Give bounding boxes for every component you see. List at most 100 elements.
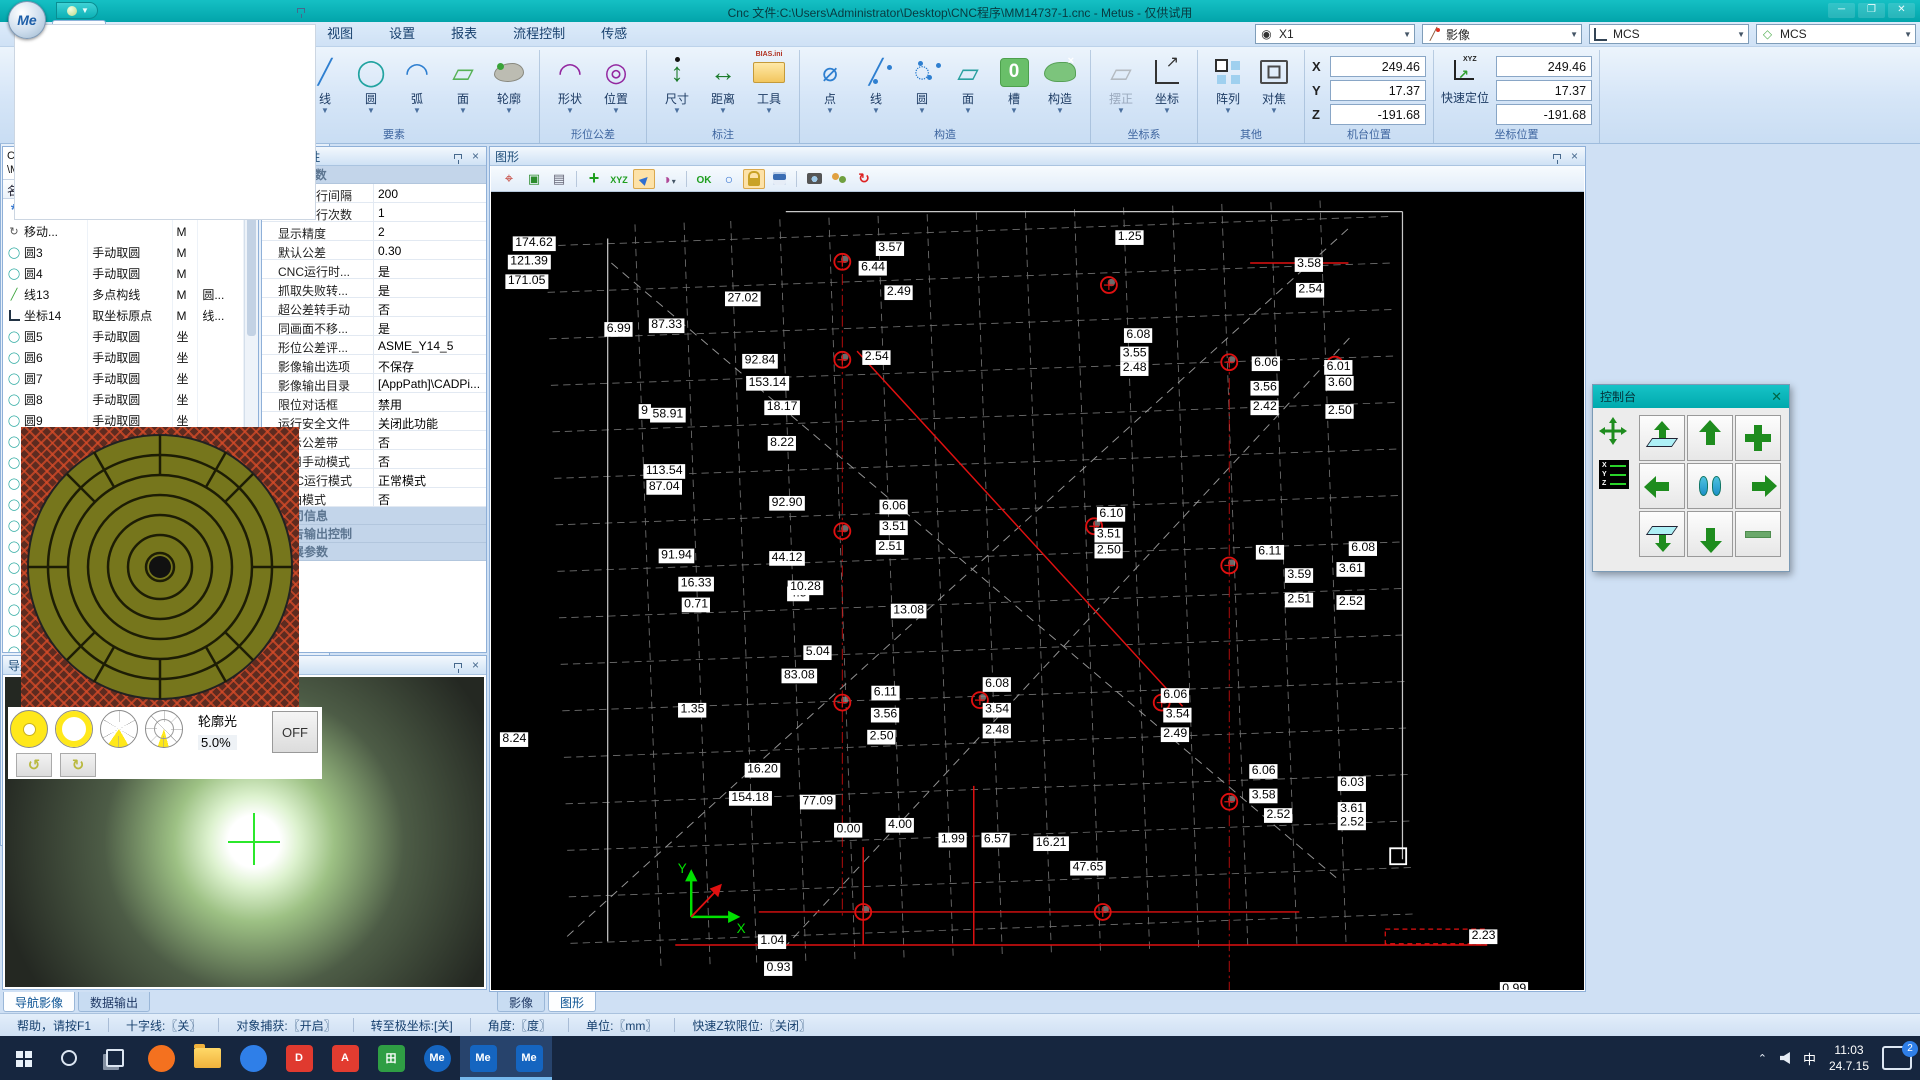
ring-full-light-button[interactable]: [10, 710, 48, 748]
property-value[interactable]: 2: [374, 222, 486, 240]
property-row[interactable]: CNC运行时...是: [262, 260, 486, 279]
circle-tool-icon[interactable]: [718, 169, 740, 189]
ribbon-button-construct-构造[interactable]: 构造▼: [1037, 53, 1083, 114]
property-value[interactable]: ASME_Y14_5: [374, 336, 486, 354]
ribbon-button-annotation-尺寸[interactable]: 尺寸▼: [654, 53, 700, 114]
metus-window-1[interactable]: Me: [460, 1036, 506, 1080]
property-row[interactable]: 限位对话框禁用: [262, 393, 486, 412]
refresh-icon[interactable]: [853, 169, 875, 189]
combo-coord-system[interactable]: MCS▼: [1589, 24, 1749, 44]
ribbon-button-other-阵列[interactable]: 阵列▼: [1205, 53, 1251, 114]
property-row[interactable]: 同画面不移...是: [262, 317, 486, 336]
property-row[interactable]: 默认公差0.30: [262, 241, 486, 260]
property-row[interactable]: 显示精度2: [262, 222, 486, 241]
property-value[interactable]: 1: [374, 203, 486, 221]
camera-icon[interactable]: [803, 169, 825, 189]
console-close-icon[interactable]: ✕: [1771, 389, 1782, 405]
console-titlebar[interactable]: 控制台 ✕: [1593, 385, 1789, 408]
xyz-readout-icon[interactable]: [608, 169, 630, 189]
menu-tab-report[interactable]: 报表: [437, 20, 491, 46]
stage-up-button[interactable]: [1639, 415, 1685, 461]
ribbon-button-annotation-工具[interactable]: 工具▼: [746, 53, 792, 114]
minimize-button[interactable]: ─: [1828, 3, 1855, 18]
combo-sensor-mode[interactable]: 影像▼: [1422, 24, 1582, 44]
combo-work-plane[interactable]: MCS▼: [1756, 24, 1916, 44]
save-view-icon[interactable]: [768, 169, 790, 189]
dock-tab-数据输出[interactable]: 数据输出: [78, 992, 150, 1012]
tree-row[interactable]: 线13多点构线M圆...: [3, 284, 244, 305]
move-all-icon[interactable]: [1599, 417, 1627, 445]
calibration-target-image[interactable]: [21, 427, 299, 707]
ribbon-button-elements-面[interactable]: 面▼: [440, 53, 486, 114]
ribbon-button-construct-圆[interactable]: 圆▼: [899, 53, 945, 114]
close-icon[interactable]: ×: [470, 659, 481, 671]
scroll-thumb[interactable]: [247, 216, 256, 336]
jog-right-button[interactable]: [1735, 463, 1781, 509]
users-icon[interactable]: [828, 169, 850, 189]
property-value[interactable]: 200: [374, 184, 486, 202]
lock-view-icon[interactable]: [743, 169, 765, 189]
property-value[interactable]: 正常模式: [374, 469, 486, 487]
export-view-icon[interactable]: [548, 169, 570, 189]
ribbon-button-elements-轮廓[interactable]: 轮廓▼: [486, 53, 532, 114]
pin-icon[interactable]: [297, 8, 305, 13]
stage-down-button[interactable]: [1639, 511, 1685, 557]
add-point-icon[interactable]: [583, 169, 605, 189]
pick-mode-icon[interactable]: [633, 169, 655, 189]
ribbon-button-elements-圆[interactable]: 圆▼: [348, 53, 394, 114]
step-plus-button[interactable]: [1735, 415, 1781, 461]
property-value[interactable]: 关闭此功能: [374, 412, 486, 430]
property-value[interactable]: 否: [374, 488, 486, 506]
select-tool-icon[interactable]: [498, 169, 520, 189]
ribbon-button-other-对焦[interactable]: 对焦▼: [1251, 53, 1297, 114]
ribbon-button-elements-弧[interactable]: 弧▼: [394, 53, 440, 114]
tree-row[interactable]: 圆5手动取圆坐: [3, 326, 244, 347]
menu-tab-view[interactable]: 视图: [313, 20, 367, 46]
close-icon[interactable]: ×: [1569, 150, 1580, 162]
ok-confirm-icon[interactable]: [693, 169, 715, 189]
pause-button[interactable]: [1687, 463, 1733, 509]
property-value[interactable]: 0.30: [374, 241, 486, 259]
search-button[interactable]: [46, 1036, 92, 1080]
taskbar-clock[interactable]: 11:03 24.7.15: [1829, 1042, 1869, 1074]
rotate-cw-button[interactable]: [60, 753, 96, 777]
maximize-button[interactable]: ❐: [1858, 3, 1885, 18]
app-red-d-icon[interactable]: D: [276, 1036, 322, 1080]
property-row[interactable]: 抓取失败转...是: [262, 279, 486, 298]
rotate-ccw-button[interactable]: [16, 753, 52, 777]
tree-row[interactable]: 坐标14取坐标原点M线...: [3, 305, 244, 326]
start-button[interactable]: [0, 1036, 46, 1080]
tree-row[interactable]: 圆7手动取圆坐: [3, 368, 244, 389]
close-icon[interactable]: ×: [470, 150, 481, 162]
app-logo-button[interactable]: Me: [8, 1, 46, 39]
fit-view-icon[interactable]: [523, 169, 545, 189]
tree-row[interactable]: 移动...M: [3, 221, 244, 242]
pin-icon[interactable]: [454, 663, 462, 668]
step-minus-button[interactable]: [1735, 511, 1781, 557]
ribbon-button-construct-点[interactable]: 点▼: [807, 53, 853, 114]
property-row[interactable]: 超公差转手动否: [262, 298, 486, 317]
property-row[interactable]: 形位公差评...ASME_Y14_5: [262, 336, 486, 355]
property-value[interactable]: 不保存: [374, 355, 486, 373]
metus-round-icon[interactable]: Me: [414, 1036, 460, 1080]
tree-row[interactable]: 圆8手动取圆坐: [3, 389, 244, 410]
sector-large-light-button[interactable]: [100, 710, 138, 748]
menu-tab-flow[interactable]: 流程控制: [499, 20, 579, 46]
quick-access-toolbar[interactable]: ▼: [56, 2, 98, 19]
light-off-button[interactable]: OFF: [272, 711, 318, 753]
ribbon-button-construct-槽[interactable]: 槽▼: [991, 53, 1037, 114]
volume-icon[interactable]: [1780, 1052, 1790, 1064]
task-view-button[interactable]: [92, 1036, 138, 1080]
sector-small-light-button[interactable]: [145, 710, 183, 748]
close-button[interactable]: ✕: [1888, 3, 1915, 18]
ribbon-button-coordsys-坐标[interactable]: 坐标▼: [1144, 53, 1190, 114]
property-row[interactable]: 影像输出目录[AppPath]\CADPi...: [262, 374, 486, 393]
ribbon-button-annotation-距离[interactable]: 距离▼: [700, 53, 746, 114]
ring-mid-light-button[interactable]: [55, 710, 93, 748]
wps-a-icon[interactable]: A: [322, 1036, 368, 1080]
app-blue-circle-icon[interactable]: [230, 1036, 276, 1080]
property-value[interactable]: [AppPath]\CADPi...: [374, 374, 486, 392]
metus-window-2[interactable]: Me: [506, 1036, 552, 1080]
jog-down-button[interactable]: [1687, 511, 1733, 557]
tree-row[interactable]: 圆3手动取圆M: [3, 242, 244, 263]
